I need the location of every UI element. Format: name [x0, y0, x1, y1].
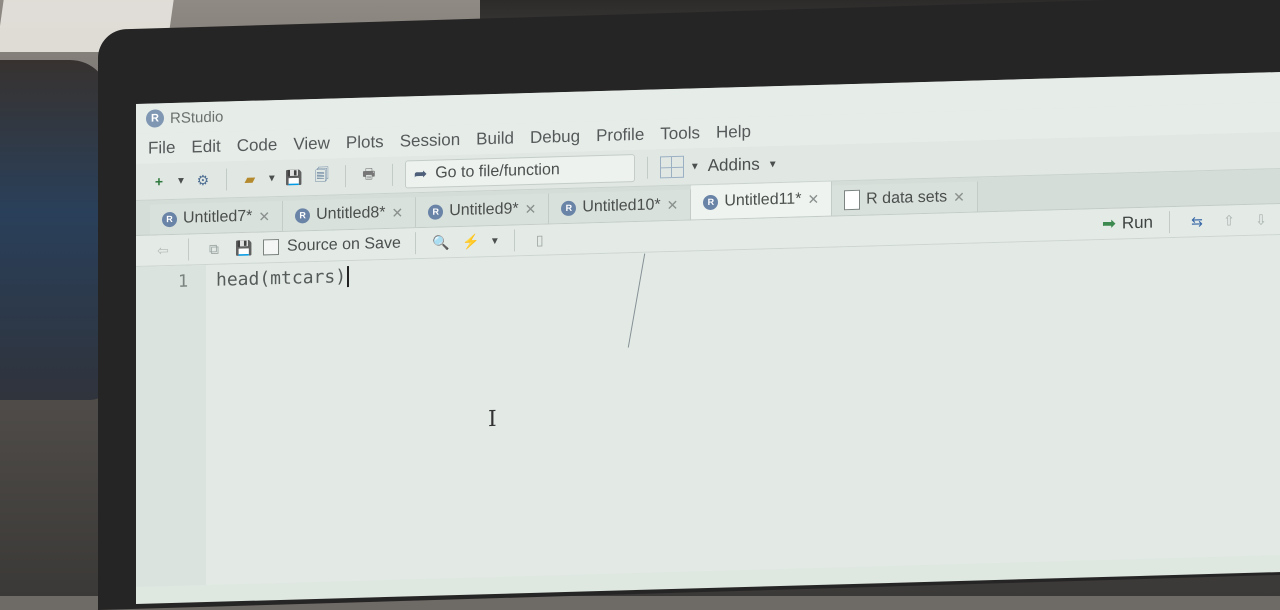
tab-label: Untitled11* [724, 190, 802, 210]
open-file-icon[interactable]: ▰ [239, 168, 261, 191]
magic-wand-icon[interactable]: ⚡ [460, 230, 482, 253]
addins-caret-icon: ▼ [689, 160, 700, 173]
close-icon[interactable]: ✕ [525, 200, 537, 217]
rstudio-window: R RStudio File Edit Code View Plots Sess… [136, 71, 1280, 605]
toolbar-divider [414, 232, 416, 255]
toolbar-divider [513, 229, 515, 252]
r-file-icon: R [703, 194, 719, 210]
print-icon[interactable]: 🖶 [358, 164, 380, 187]
goto-arrow-icon: ➦ [413, 165, 428, 184]
run-label: Run [1121, 212, 1153, 233]
menu-view[interactable]: View [293, 134, 330, 155]
text-cursor-icon: I [488, 406, 497, 433]
menu-tools[interactable]: Tools [660, 123, 700, 144]
addins-label: Addins [707, 154, 760, 176]
open-file-caret-icon[interactable]: ▼ [267, 173, 277, 184]
close-icon[interactable]: ✕ [953, 188, 965, 205]
document-icon [844, 189, 861, 211]
compile-report-icon[interactable]: ▯ [529, 228, 551, 251]
tab-untitled9[interactable]: R Untitled9* ✕ [416, 193, 550, 228]
new-project-icon[interactable]: ⚙ [192, 169, 214, 192]
run-controls: ➟ Run ⇆ ⇧ ⇩ [1102, 204, 1272, 239]
close-icon[interactable]: ✕ [667, 196, 679, 213]
toolbar-divider [344, 165, 346, 188]
menu-code[interactable]: Code [237, 135, 278, 156]
tab-label: Untitled7* [183, 207, 253, 227]
toolbar-divider [391, 163, 393, 186]
save-icon[interactable]: 💾 [233, 237, 255, 260]
tab-label: R data sets [866, 188, 948, 208]
run-arrow-icon: ➟ [1102, 215, 1116, 234]
menu-file[interactable]: File [148, 138, 175, 159]
search-icon[interactable]: 🔍 [430, 231, 452, 254]
rerun-icon[interactable]: ⇆ [1186, 210, 1208, 233]
background-person [0, 60, 110, 400]
tab-untitled8[interactable]: R Untitled8* ✕ [283, 197, 417, 231]
r-file-icon: R [428, 203, 444, 220]
new-file-icon[interactable]: + [148, 170, 170, 193]
code-editor[interactable]: 1 head(mtcars) I [136, 234, 1280, 587]
addins-menu[interactable]: ▼ Addins ▼ [690, 154, 778, 176]
menu-profile[interactable]: Profile [596, 125, 644, 146]
menu-plots[interactable]: Plots [346, 132, 384, 153]
code-line[interactable]: head(mtcars) [216, 266, 350, 291]
goto-placeholder: Go to file/function [435, 161, 560, 182]
screen-pen-mark [627, 253, 646, 348]
close-icon[interactable]: ✕ [391, 204, 403, 221]
source-on-save-label: Source on Save [287, 234, 401, 255]
menu-help[interactable]: Help [716, 122, 751, 143]
back-arrow-icon[interactable]: ⇦ [152, 239, 174, 262]
r-file-icon: R [295, 207, 311, 224]
tab-untitled11[interactable]: R Untitled11* ✕ [691, 181, 833, 220]
line-gutter: 1 [136, 265, 206, 587]
menu-edit[interactable]: Edit [191, 137, 220, 158]
tab-untitled10[interactable]: R Untitled10* ✕ [549, 189, 692, 224]
workspace-panes-icon[interactable] [659, 155, 684, 179]
menu-build[interactable]: Build [476, 128, 514, 149]
code-tools-caret-icon[interactable]: ▼ [490, 235, 500, 246]
r-file-icon: R [561, 200, 577, 216]
go-up-icon[interactable]: ⇧ [1218, 209, 1240, 232]
new-file-caret-icon[interactable]: ▼ [176, 175, 186, 186]
r-file-icon: R [162, 211, 177, 227]
goto-file-function-input[interactable]: ➦ Go to file/function [404, 154, 635, 189]
tab-label: Untitled10* [582, 196, 661, 216]
show-in-window-icon[interactable]: ⧉ [203, 238, 225, 261]
menu-session[interactable]: Session [400, 130, 460, 152]
run-button[interactable]: ➟ Run [1102, 213, 1153, 234]
toolbar-divider [188, 238, 189, 261]
source-on-save-checkbox[interactable] [263, 239, 279, 256]
toolbar-divider [225, 168, 227, 191]
save-icon[interactable]: 💾 [283, 166, 305, 189]
toolbar-divider [646, 156, 648, 179]
menu-debug[interactable]: Debug [530, 127, 580, 148]
close-icon[interactable]: ✕ [258, 208, 270, 225]
window-title: RStudio [170, 108, 224, 127]
go-down-icon[interactable]: ⇩ [1250, 208, 1272, 231]
close-icon[interactable]: ✕ [807, 190, 819, 207]
line-number: 1 [178, 271, 189, 292]
save-all-icon[interactable]: 🗐 [311, 166, 333, 189]
tab-label: Untitled9* [449, 200, 519, 220]
tab-label: Untitled8* [316, 204, 386, 223]
addins-dropdown-icon: ▼ [767, 158, 778, 170]
tab-r-data-sets[interactable]: R data sets ✕ [832, 181, 978, 216]
tab-untitled7[interactable]: R Untitled7* ✕ [150, 200, 284, 235]
toolbar-divider [1169, 211, 1170, 234]
rstudio-logo-icon: R [146, 109, 164, 128]
